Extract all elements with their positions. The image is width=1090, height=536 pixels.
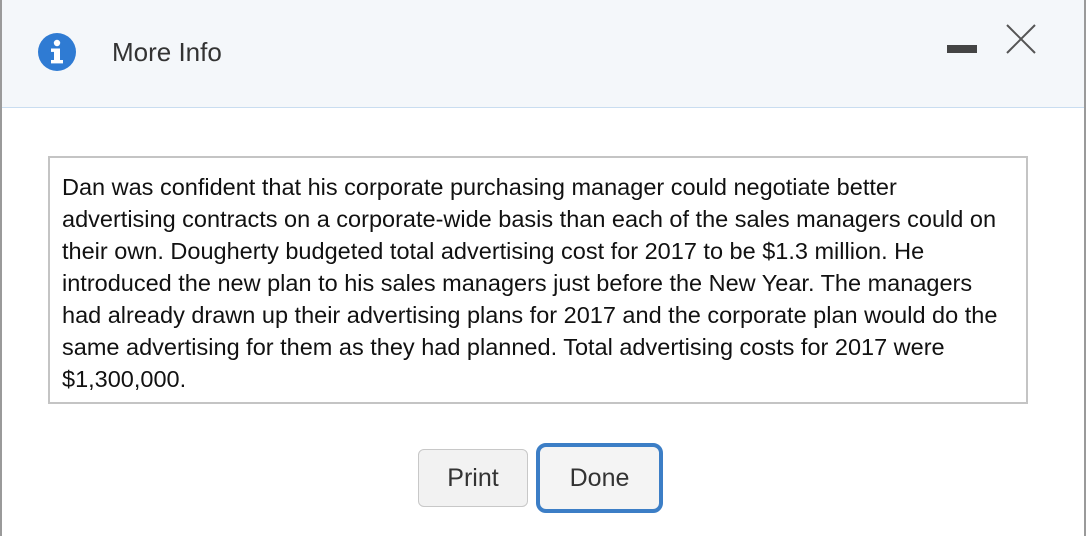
info-icon bbox=[38, 33, 76, 71]
done-button[interactable]: Done bbox=[536, 443, 663, 513]
info-text-box: Dan was confident that his corporate pur… bbox=[48, 156, 1028, 404]
info-text: Dan was confident that his corporate pur… bbox=[62, 174, 998, 392]
more-info-dialog: More Info Dan was confident that his cor… bbox=[0, 0, 1086, 536]
close-button[interactable] bbox=[1004, 22, 1038, 56]
minimize-button[interactable] bbox=[947, 34, 981, 62]
minimize-icon bbox=[947, 45, 977, 53]
print-button[interactable]: Print bbox=[418, 449, 528, 507]
dialog-titlebar: More Info bbox=[2, 0, 1084, 108]
dialog-title: More Info bbox=[112, 37, 222, 67]
close-icon bbox=[1006, 24, 1036, 54]
